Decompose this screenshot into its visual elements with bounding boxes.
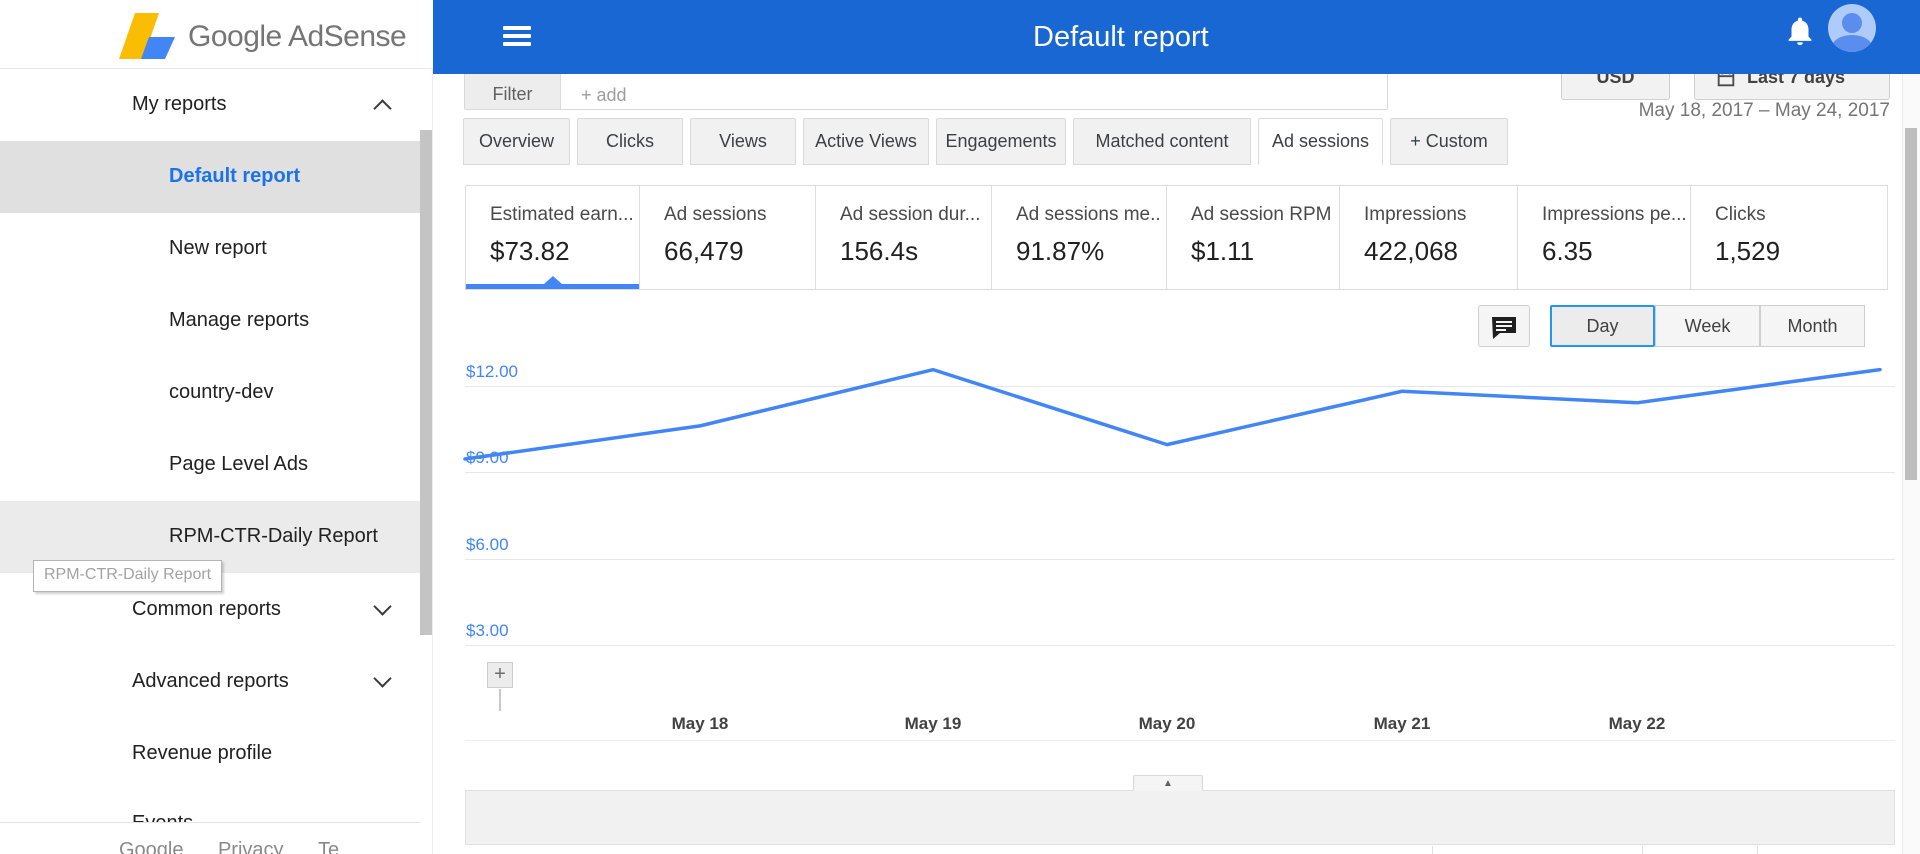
selected-metric-underline bbox=[466, 284, 639, 289]
tab-views[interactable]: Views bbox=[690, 118, 796, 165]
sidebar-section-my-reports[interactable]: My reports bbox=[132, 93, 226, 116]
adsense-report-screen: Google AdSense My reports Default report… bbox=[0, 0, 1920, 854]
comment-button[interactable] bbox=[1478, 305, 1530, 347]
brand-text: Google AdSense bbox=[188, 20, 407, 54]
footer-link-google[interactable]: Google bbox=[119, 839, 184, 854]
sidebar-item-default-report[interactable]: Default report bbox=[169, 165, 300, 188]
metric-card-ad-session-duration[interactable]: Ad session dur... 156.4s bbox=[815, 185, 992, 290]
metric-value: 422,068 bbox=[1364, 236, 1458, 266]
table-column-divider bbox=[1642, 846, 1643, 854]
selected-metric-notch bbox=[543, 276, 562, 284]
chart-canvas bbox=[463, 367, 1882, 461]
metric-value: $73.82 bbox=[490, 236, 570, 266]
metric-label: Ad sessions bbox=[664, 204, 767, 225]
sidebar-footer: Google Privacy Te bbox=[0, 822, 420, 854]
tab-active-views[interactable]: Active Views bbox=[803, 118, 929, 165]
table-top-edge bbox=[465, 846, 1895, 854]
granularity-month-button[interactable]: Month bbox=[1760, 305, 1865, 347]
table-column-divider bbox=[1432, 846, 1433, 854]
sidebar-scrollbar[interactable] bbox=[420, 130, 432, 635]
metric-card-ad-session-rpm[interactable]: Ad session RPM $1.11 bbox=[1166, 185, 1340, 290]
chevron-down-icon[interactable] bbox=[373, 669, 392, 688]
earnings-line-series bbox=[463, 367, 1882, 461]
sidebar-tooltip: RPM-CTR-Daily Report bbox=[33, 560, 223, 592]
app-header: Default report bbox=[433, 0, 1920, 74]
metric-label: Estimated earn... bbox=[490, 204, 634, 225]
main-scrollbar-thumb[interactable] bbox=[1905, 128, 1917, 480]
sidebar-item-manage-reports[interactable]: Manage reports bbox=[169, 309, 309, 332]
date-range-text: May 18, 2017 – May 24, 2017 bbox=[1638, 100, 1890, 121]
metric-value: 91.87% bbox=[1016, 236, 1105, 266]
add-annotation-button[interactable]: + bbox=[487, 662, 513, 688]
granularity-week-button[interactable]: Week bbox=[1655, 305, 1760, 347]
tab-add-custom[interactable]: + Custom bbox=[1390, 118, 1508, 165]
sidebar-item-country-dev[interactable]: country-dev bbox=[169, 381, 274, 404]
collapse-table-button[interactable]: ▲ bbox=[1133, 775, 1203, 791]
metric-card-impressions-per[interactable]: Impressions pe... 6.35 bbox=[1517, 185, 1691, 290]
metric-label: Impressions bbox=[1364, 204, 1467, 225]
table-column-divider bbox=[1757, 846, 1758, 854]
metric-value: 1,529 bbox=[1715, 236, 1781, 266]
metric-card-ad-sessions[interactable]: Ad sessions 66,479 bbox=[639, 185, 816, 290]
brand-adsense: AdSense bbox=[287, 20, 407, 53]
chevron-down-icon[interactable] bbox=[373, 597, 392, 616]
adsense-logo-icon bbox=[119, 13, 175, 59]
comment-icon bbox=[1492, 317, 1516, 339]
sidebar-item-revenue-profile[interactable]: Revenue profile bbox=[132, 742, 272, 765]
metric-label: Ad session RPM bbox=[1191, 204, 1332, 225]
table-pagination-bar bbox=[465, 790, 1895, 845]
metric-label: Impressions pe... bbox=[1542, 204, 1687, 225]
add-filter-button[interactable]: + add bbox=[581, 85, 627, 106]
page-title: Default report bbox=[1033, 21, 1209, 53]
notifications-bell-icon[interactable] bbox=[1783, 13, 1817, 49]
sidebar-item-new-report[interactable]: New report bbox=[169, 237, 267, 260]
metric-value: 6.35 bbox=[1542, 236, 1593, 266]
footer-link-terms[interactable]: Te bbox=[318, 839, 339, 854]
tab-engagements[interactable]: Engagements bbox=[936, 118, 1066, 165]
menu-hamburger-icon[interactable] bbox=[503, 26, 531, 48]
sidebar-item-page-level-ads[interactable]: Page Level Ads bbox=[169, 453, 308, 476]
granularity-day-button[interactable]: Day bbox=[1550, 305, 1655, 347]
tab-clicks[interactable]: Clicks bbox=[577, 118, 683, 165]
tab-overview[interactable]: Overview bbox=[463, 118, 570, 165]
footer-link-privacy[interactable]: Privacy bbox=[218, 839, 284, 854]
sidebar-section-advanced-reports[interactable]: Advanced reports bbox=[132, 670, 289, 693]
metric-card-ad-sessions-metric[interactable]: Ad sessions me.. 91.87% bbox=[991, 185, 1167, 290]
user-avatar[interactable] bbox=[1828, 4, 1876, 52]
metric-cards-row: Estimated earn... $73.82 Ad sessions 66,… bbox=[465, 185, 1895, 290]
logo-row: Google AdSense bbox=[0, 0, 433, 69]
metric-value: 66,479 bbox=[664, 236, 744, 266]
tab-ad-sessions[interactable]: Ad sessions bbox=[1258, 118, 1383, 165]
sidebar-section-common-reports[interactable]: Common reports bbox=[132, 598, 281, 621]
sidebar-item-rpm-ctr-daily-report[interactable]: RPM-CTR-Daily Report bbox=[169, 525, 378, 548]
brand-google: Google bbox=[188, 20, 282, 53]
tab-matched-content[interactable]: Matched content bbox=[1073, 118, 1251, 165]
metric-card-impressions[interactable]: Impressions 422,068 bbox=[1339, 185, 1518, 290]
sidebar: Google AdSense My reports Default report… bbox=[0, 0, 433, 854]
metric-card-estimated-earnings[interactable]: Estimated earn... $73.82 bbox=[465, 185, 640, 290]
metric-value: $1.11 bbox=[1191, 236, 1255, 266]
metric-card-clicks[interactable]: Clicks 1,529 bbox=[1690, 185, 1888, 290]
metric-value: 156.4s bbox=[840, 236, 919, 266]
metric-label: Ad sessions me.. bbox=[1016, 204, 1161, 225]
metric-label: Ad session dur... bbox=[840, 204, 981, 225]
chevron-up-icon[interactable] bbox=[373, 99, 392, 118]
metric-label: Clicks bbox=[1715, 204, 1766, 225]
